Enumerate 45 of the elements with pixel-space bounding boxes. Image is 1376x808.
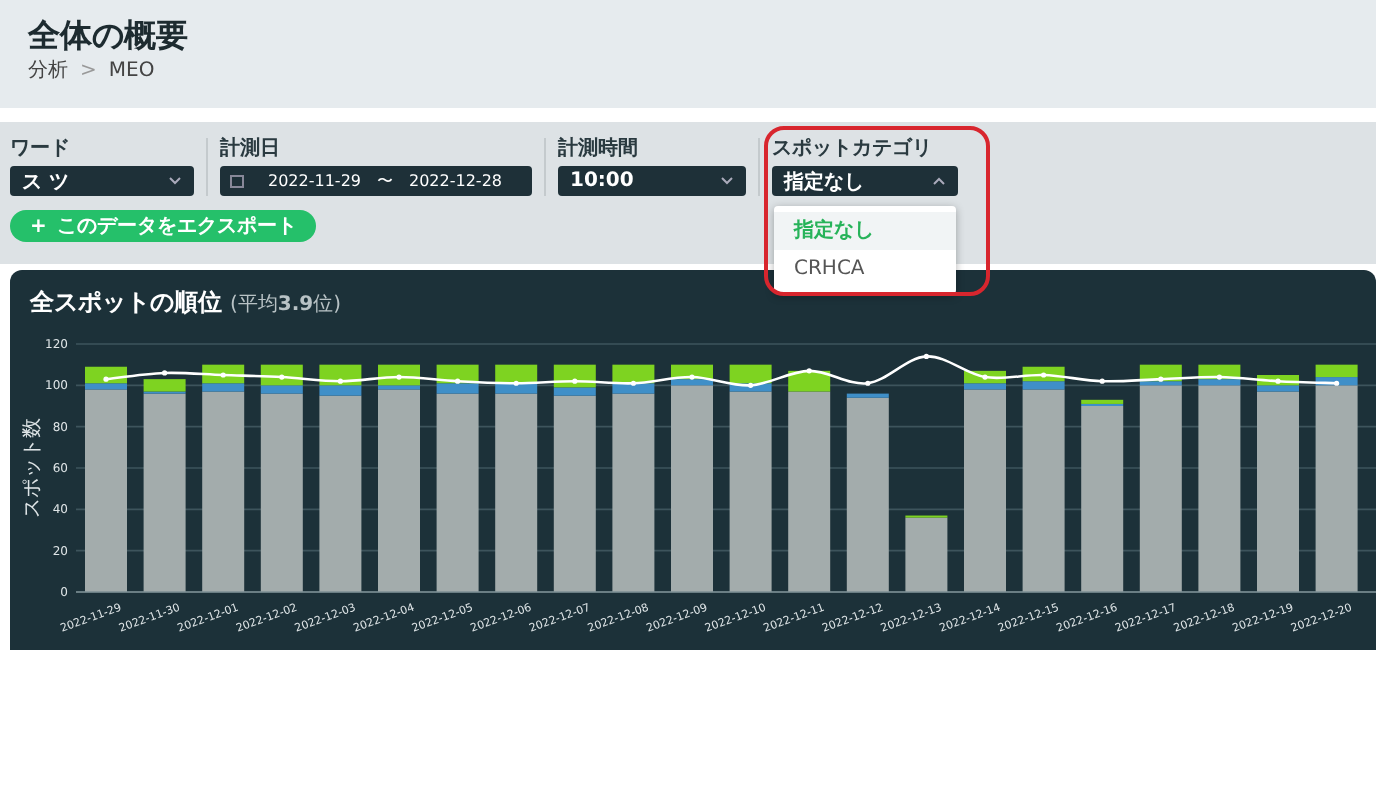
- start-date: 2022-11-29: [268, 172, 361, 190]
- data-point: [279, 374, 285, 380]
- chart-subtitle: (平均3.9位): [230, 292, 342, 318]
- filter-label: スポットカテゴリ: [772, 138, 934, 162]
- data-point: [982, 374, 988, 380]
- data-point: [513, 380, 519, 386]
- data-point: [337, 378, 343, 384]
- breadcrumb-link[interactable]: MEO: [108, 60, 155, 84]
- data-point: [923, 353, 929, 359]
- page-title: 全体の概要: [28, 16, 188, 56]
- breadcrumb-link[interactable]: 分析: [28, 60, 68, 84]
- data-point: [748, 382, 754, 388]
- data-point: [572, 378, 578, 384]
- data-point: [1216, 374, 1222, 380]
- dropdown-select[interactable]: 指定なし: [772, 166, 958, 196]
- filter-label: 計測日: [220, 138, 282, 162]
- end-date: 2022-12-28: [409, 172, 502, 190]
- data-point: [103, 376, 109, 382]
- dropdown-select[interactable]: ス ツ: [10, 166, 194, 196]
- data-point: [865, 380, 871, 386]
- data-point: [1275, 378, 1281, 384]
- data-point: [1158, 376, 1164, 382]
- chevron-icon: [720, 176, 734, 186]
- filter-label: 計測時間: [558, 138, 640, 162]
- data-point: [455, 378, 461, 384]
- breadcrumb-separator: >: [80, 60, 97, 84]
- calendar-icon: [230, 174, 244, 188]
- chart-title: 全スポットの順位: [30, 286, 222, 320]
- y-axis-title: スポット数: [22, 418, 44, 518]
- range-separator: 〜: [377, 170, 393, 192]
- filter-label: ワード: [10, 138, 72, 162]
- data-point: [1334, 380, 1340, 386]
- data-point: [1099, 378, 1105, 384]
- date-range-field[interactable]: 2022-11-29 〜 2022-12-28: [220, 166, 532, 196]
- dropdown-select[interactable]: 10:00: [558, 166, 746, 196]
- chevron-icon: [932, 176, 946, 186]
- data-point: [1041, 372, 1047, 378]
- data-point: [806, 368, 812, 374]
- data-point: [396, 374, 402, 380]
- data-point: [630, 380, 636, 386]
- data-point: [689, 374, 695, 380]
- data-point: [220, 372, 226, 378]
- dropdown-option[interactable]: CRHCA: [774, 250, 956, 288]
- chevron-icon: [168, 176, 182, 186]
- data-point: [162, 370, 168, 376]
